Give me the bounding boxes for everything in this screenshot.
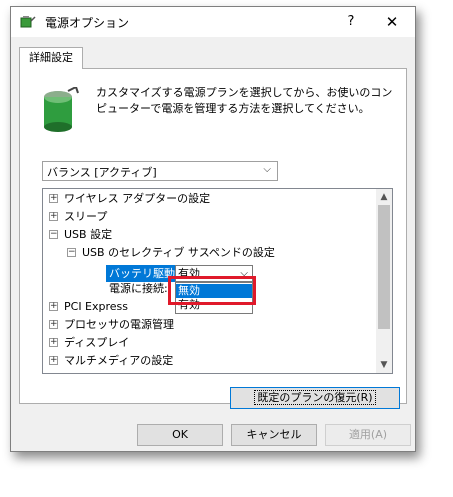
restore-defaults-button[interactable]: 既定のプランの復元(R) bbox=[230, 387, 400, 409]
tree-item-plugged-in[interactable]: 電源に接続: bbox=[109, 280, 168, 298]
expand-icon[interactable]: + bbox=[49, 337, 58, 347]
description-text: カスタマイズする電源プランを選択してから、お使いのコンピューターで電源を管理する… bbox=[96, 86, 393, 115]
tree-item-label: スリープ bbox=[64, 210, 108, 223]
tree-item-usb[interactable]: − USB 設定 bbox=[49, 226, 112, 244]
tree-item-wireless[interactable]: + ワイヤレス アダプターの設定 bbox=[49, 190, 210, 208]
tab-panel: カスタマイズする電源プランを選択してから、お使いのコンピューターで電源を管理する… bbox=[19, 68, 407, 409]
window-title: 電源オプション bbox=[45, 16, 130, 30]
tree-item-sleep[interactable]: + スリープ bbox=[49, 208, 107, 226]
tree-item-usb-selective-suspend[interactable]: − USB のセレクティブ サスペンドの設定 bbox=[67, 244, 275, 262]
power-plan-select[interactable]: バランス [アクティブ] ⌵ bbox=[42, 161, 278, 181]
title-bar[interactable]: 電源オプション ? ✕ bbox=[11, 7, 415, 37]
highlight-annotation-box bbox=[168, 276, 256, 305]
tree-item-label: USB 設定 bbox=[64, 228, 113, 241]
expand-icon[interactable]: + bbox=[49, 319, 58, 329]
help-button[interactable]: ? bbox=[341, 12, 361, 32]
tree-item-processor[interactable]: + プロセッサの電源管理 bbox=[49, 316, 174, 334]
tree-item-label: 電源に接続: bbox=[109, 282, 168, 295]
power-plan-icon bbox=[20, 16, 36, 28]
cancel-button[interactable]: キャンセル bbox=[231, 424, 317, 446]
scroll-down-icon[interactable]: ▼ bbox=[376, 357, 392, 373]
tree-scrollbar[interactable]: ▲ ▼ bbox=[376, 189, 392, 373]
apply-button[interactable]: 適用(A) bbox=[325, 424, 411, 446]
chevron-down-icon: ⌵ bbox=[263, 164, 271, 175]
expand-icon[interactable]: + bbox=[49, 193, 58, 203]
power-options-dialog: 電源オプション ? ✕ 詳細設定 カスタマイズする電源プランを選択してから、お使… bbox=[10, 6, 416, 452]
expand-icon[interactable]: + bbox=[49, 211, 58, 221]
tree-item-label: ディスプレイ bbox=[64, 336, 130, 349]
collapse-icon[interactable]: − bbox=[67, 247, 76, 257]
tree-item-multimedia[interactable]: + マルチメディアの設定 bbox=[49, 352, 173, 370]
collapse-icon[interactable]: − bbox=[49, 229, 58, 239]
tree-item-display[interactable]: + ディスプレイ bbox=[49, 334, 129, 352]
tree-item-label: USB のセレクティブ サスペンドの設定 bbox=[82, 246, 275, 259]
plan-select-value: バランス [アクティブ] bbox=[47, 166, 157, 179]
expand-icon[interactable]: + bbox=[49, 355, 58, 365]
expand-icon[interactable]: + bbox=[49, 301, 58, 311]
ok-button[interactable]: OK bbox=[137, 424, 223, 446]
settings-tree[interactable]: + ワイヤレス アダプターの設定 + スリープ − USB 設定 − USB のセレクテ… bbox=[42, 188, 393, 374]
tree-item-pci-express[interactable]: + PCI Express bbox=[49, 298, 128, 316]
tree-item-label: プロセッサの電源管理 bbox=[64, 318, 174, 331]
scrollbar-thumb[interactable] bbox=[378, 205, 390, 329]
restore-defaults-label: 既定のプランの復元(R) bbox=[254, 390, 376, 405]
tree-item-label: マルチメディアの設定 bbox=[64, 354, 174, 367]
tree-item-label: PCI Express bbox=[64, 300, 129, 313]
scroll-up-icon[interactable]: ▲ bbox=[376, 189, 392, 205]
tree-item-label: ワイヤレス アダプターの設定 bbox=[64, 192, 211, 205]
close-button[interactable]: ✕ bbox=[381, 11, 403, 33]
tab-advanced-settings[interactable]: 詳細設定 bbox=[19, 47, 83, 69]
battery-icon bbox=[44, 87, 79, 132]
